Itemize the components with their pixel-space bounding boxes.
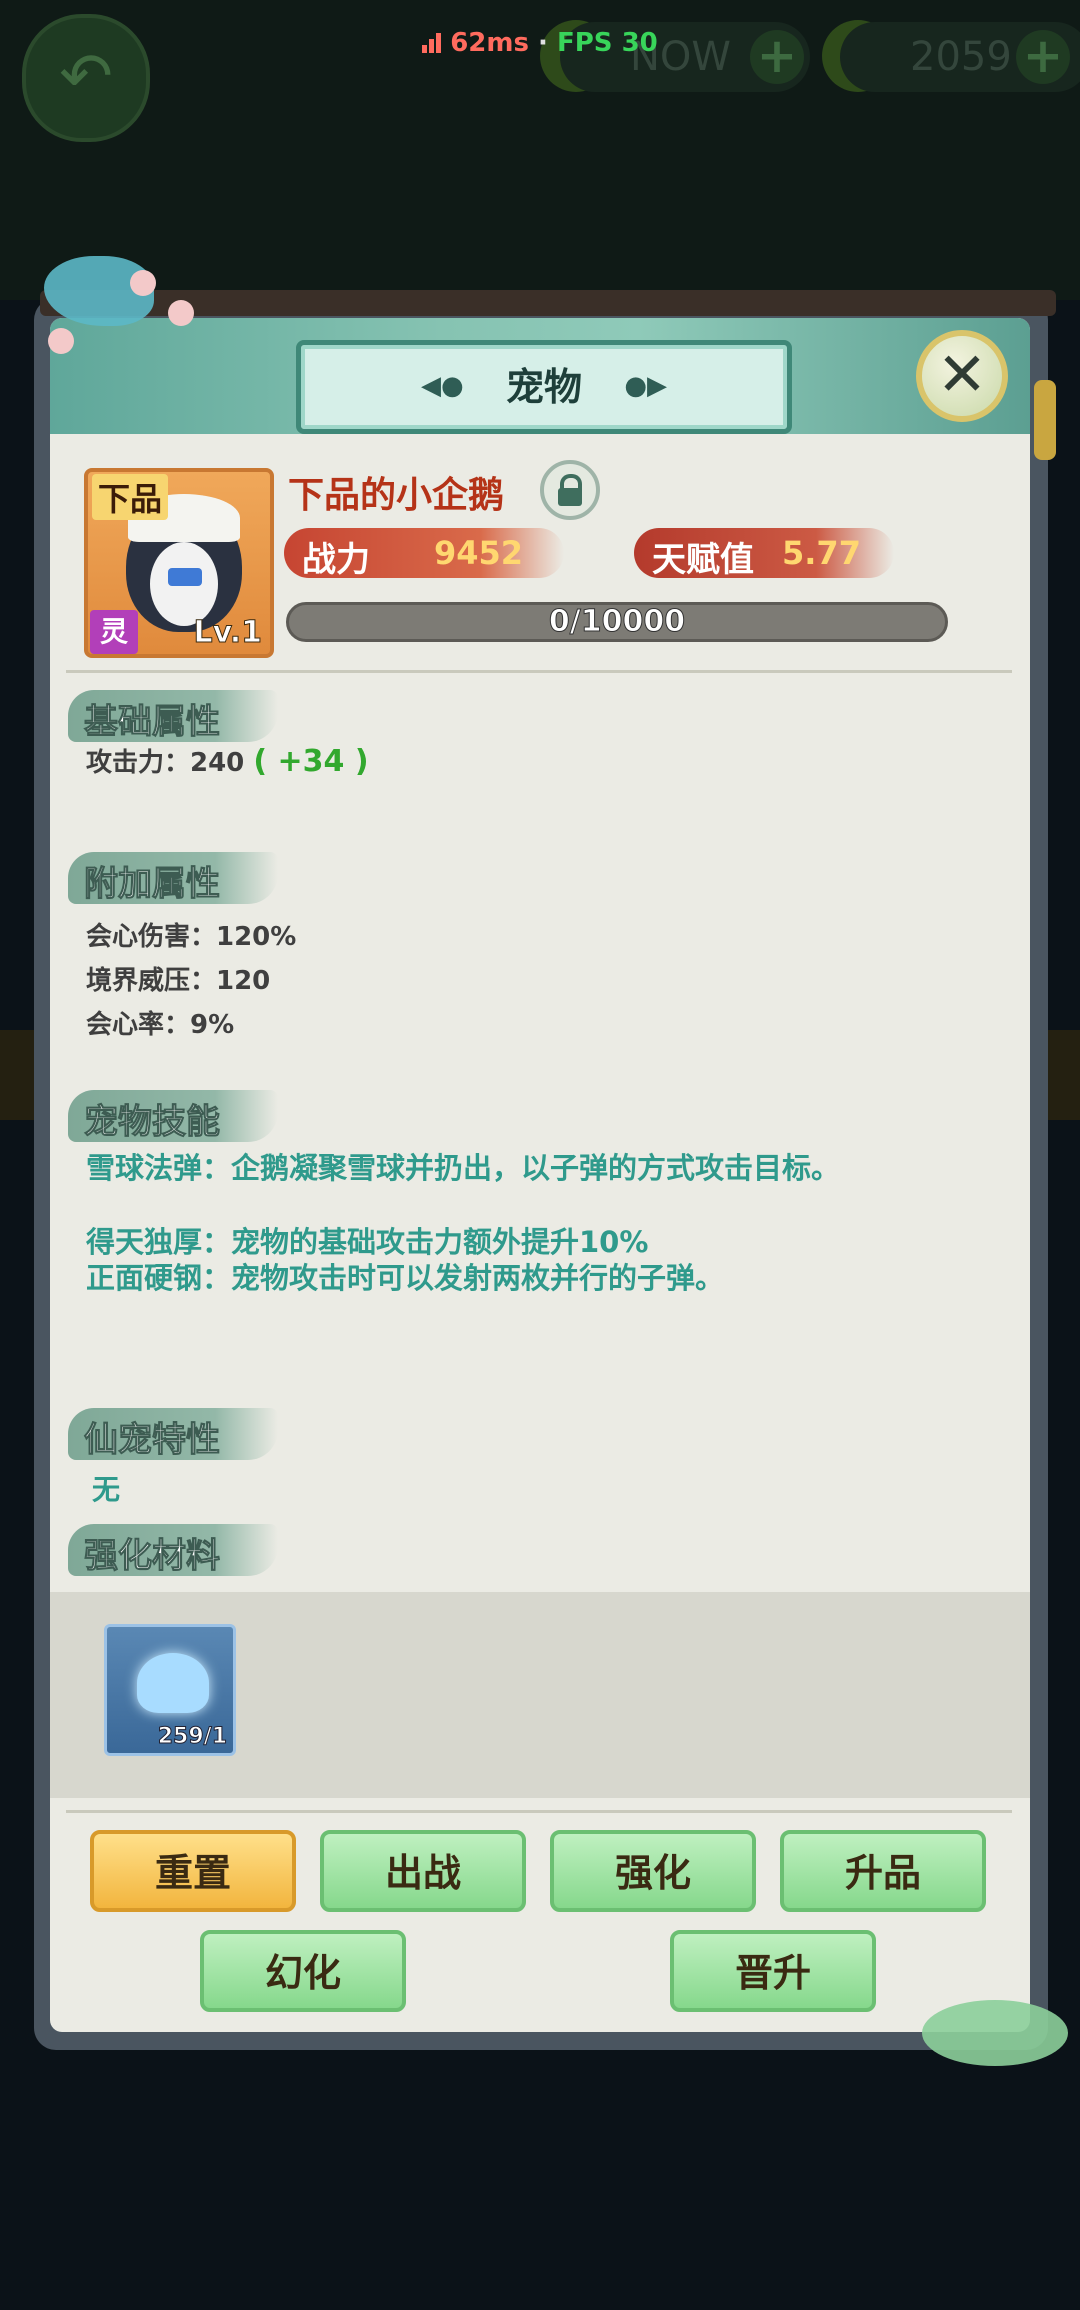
section-title: 强化材料 — [84, 1536, 221, 1577]
attack-attr: 攻击力：240 ( +34 ) — [86, 742, 369, 779]
tassel-decoration — [1034, 380, 1056, 460]
close-icon: ✕ — [936, 340, 988, 410]
section-title: 基础属性 — [84, 702, 221, 743]
section-extra-attrs: 附加属性 — [68, 852, 278, 905]
material-item[interactable]: 259/1 — [104, 1624, 236, 1756]
pet-panel: ◀● 宠物 ●▶ ✕ 下品 灵 Lv.1 下品的小企鹅 战力 9452 天赋值 … — [50, 318, 1030, 2032]
upgrade-grade-button[interactable]: 升品 — [780, 1830, 986, 1912]
skill-item: 雪球法弹：企鹅凝聚雪球并扔出，以子弹的方式攻击目标。 — [86, 1151, 841, 1185]
type-badge: 灵 — [90, 610, 138, 654]
title-plate: ◀● 宠物 ●▶ — [296, 340, 792, 434]
flower-decoration — [48, 328, 74, 354]
exp-progress-bar: 0/10000 — [286, 602, 948, 642]
extra-attr-item: 会心伤害：120% — [86, 922, 297, 952]
level-label: Lv.1 — [193, 615, 262, 651]
section-materials: 强化材料 — [68, 1524, 278, 1577]
divider — [66, 1810, 1012, 1813]
ping-text: 62ms — [450, 28, 529, 58]
section-pet-skills: 宠物技能 — [68, 1090, 278, 1143]
extra-attr-item: 境界威压：120 — [86, 966, 271, 996]
reset-button[interactable]: 重置 — [90, 1830, 296, 1912]
grade-badge: 下品 — [92, 474, 169, 520]
pet-portrait[interactable]: 下品 灵 Lv.1 — [84, 468, 274, 658]
panel-header: ◀● 宠物 ●▶ ✕ — [50, 318, 1030, 434]
skill-item: 正面硬钢：宠物攻击时可以发射两枚并行的子弹。 — [86, 1261, 725, 1295]
traits-value: 无 — [92, 1473, 121, 1506]
section-title: 宠物技能 — [84, 1102, 221, 1143]
section-title: 仙宠特性 — [84, 1420, 221, 1461]
lock-icon[interactable] — [540, 460, 600, 520]
flower-decoration — [168, 300, 194, 326]
promote-button[interactable]: 晋升 — [670, 1930, 876, 2012]
lotus-leaf-decoration — [922, 2000, 1068, 2066]
transform-button[interactable]: 幻化 — [200, 1930, 406, 2012]
fish-right-icon: ●▶ — [624, 371, 667, 401]
lotus-material-icon — [137, 1653, 209, 1713]
attack-bonus: ( +34 ) — [253, 744, 369, 779]
deploy-button[interactable]: 出战 — [320, 1830, 526, 1912]
power-value: 9452 — [434, 534, 524, 572]
fps-text: FPS 30 — [556, 28, 658, 58]
divider — [66, 670, 1012, 673]
status-overlay: 62ms · FPS 30 — [0, 28, 1080, 58]
extra-attr-item: 会心率：9% — [86, 1010, 235, 1040]
close-button[interactable]: ✕ — [916, 330, 1008, 422]
talent-bar: 天赋值 5.77 — [634, 528, 894, 580]
status-separator: · — [538, 28, 548, 58]
section-title: 附加属性 — [84, 864, 221, 905]
talent-label: 天赋值 — [652, 540, 754, 580]
skill-item: 得天独厚：宠物的基础攻击力额外提升10% — [86, 1225, 649, 1259]
panel-title: 宠物 — [505, 365, 582, 409]
power-bar: 战力 9452 — [284, 528, 564, 580]
enhance-button[interactable]: 强化 — [550, 1830, 756, 1912]
section-basic-attrs: 基础属性 — [68, 690, 278, 743]
signal-icon — [422, 33, 444, 53]
talent-value: 5.77 — [782, 534, 861, 572]
section-traits: 仙宠特性 — [68, 1408, 278, 1461]
flower-decoration — [130, 270, 156, 296]
pet-name: 下品的小企鹅 — [288, 475, 505, 516]
material-count: 259/1 — [157, 1724, 227, 1750]
power-label: 战力 — [302, 540, 370, 580]
exp-text: 0/10000 — [548, 604, 686, 639]
penguin-bow — [168, 568, 202, 586]
attack-label: 攻击力：240 — [86, 748, 245, 778]
